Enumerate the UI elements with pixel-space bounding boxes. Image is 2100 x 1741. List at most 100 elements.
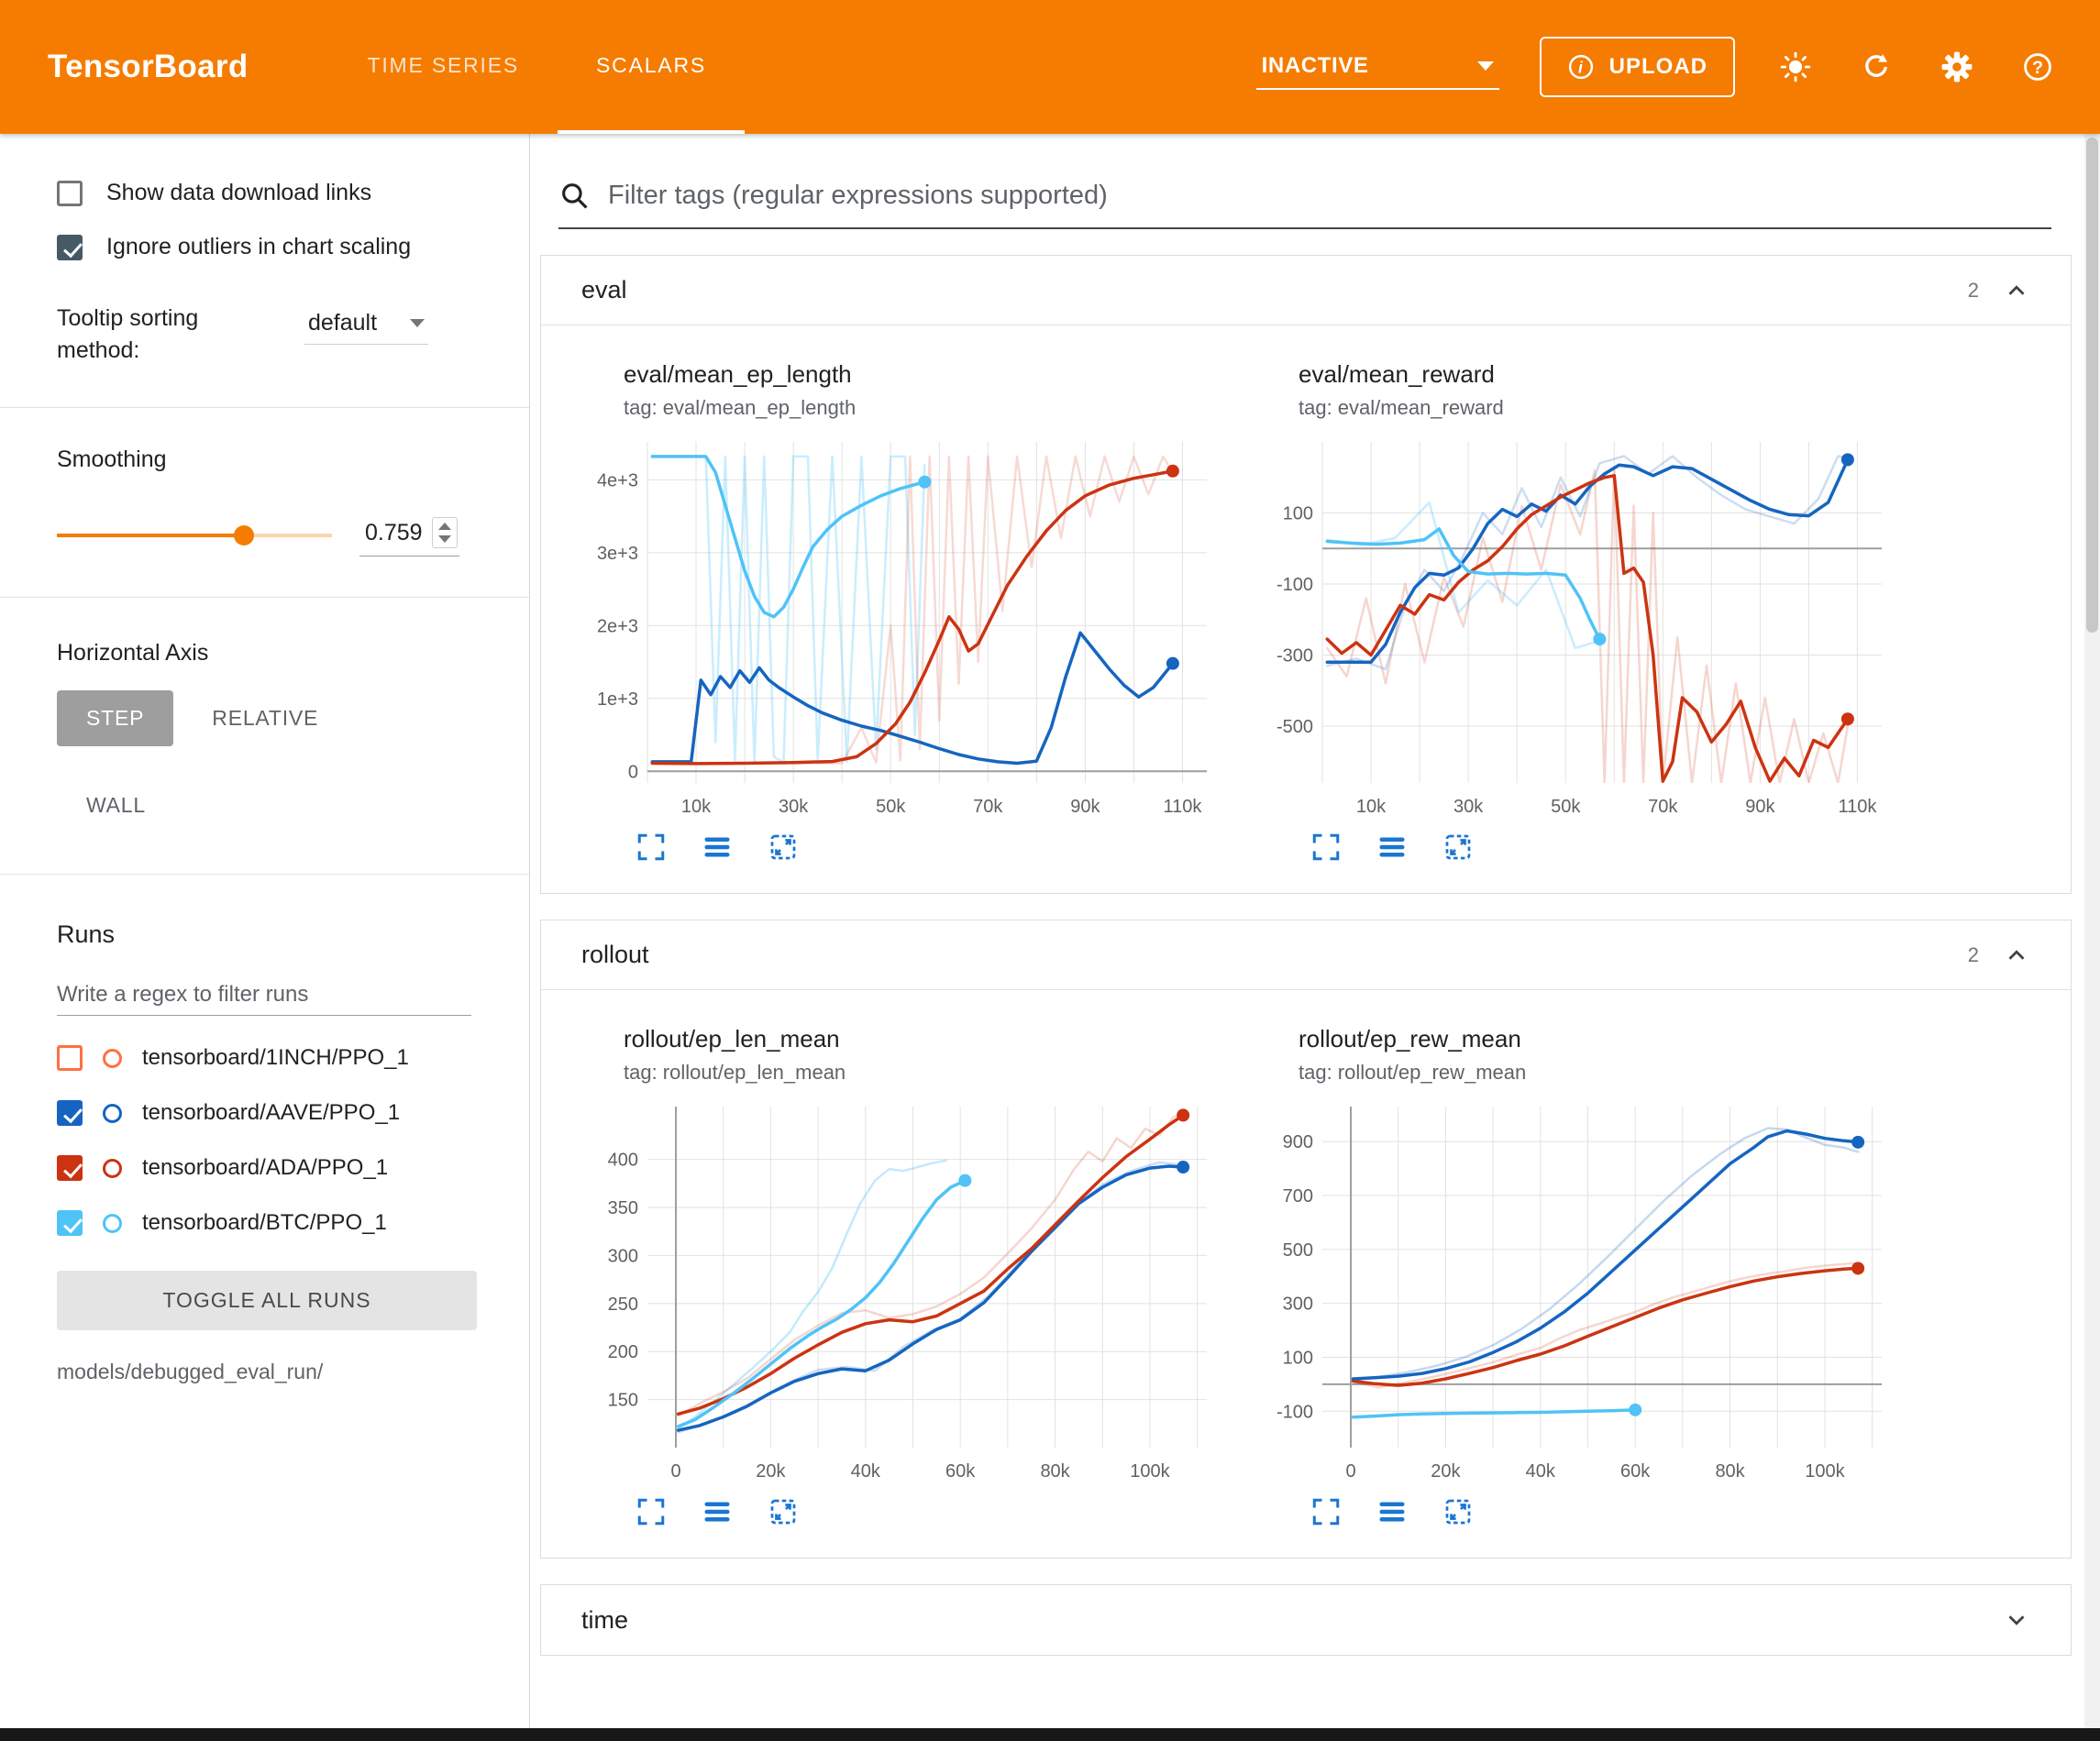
chevron-up-icon[interactable] (2003, 277, 2030, 304)
runs-title: Runs (57, 920, 505, 949)
horizontal-axis-buttons: STEP RELATIVE WALL (57, 690, 442, 833)
svg-text:90k: 90k (1070, 797, 1100, 817)
line-chart-rollout-ep-len-mean[interactable]: 020k40k60k80k100k150200250300350400 (581, 1094, 1223, 1488)
runs-filter-input[interactable] (57, 975, 471, 1016)
smoothing-label: Smoothing (57, 446, 505, 473)
run-checkbox[interactable] (57, 1045, 83, 1071)
section-time: time (540, 1584, 2072, 1656)
axis-relative-button[interactable]: RELATIVE (182, 690, 348, 746)
tag-filter-input[interactable] (608, 181, 2051, 211)
smoothing-slider[interactable] (57, 534, 332, 537)
show-download-links-row: Show data download links (57, 180, 505, 206)
svg-text:350: 350 (608, 1198, 638, 1218)
chart-toolbar (635, 831, 1234, 864)
fit-data-icon[interactable] (1442, 831, 1475, 864)
svg-text:100k: 100k (1130, 1461, 1170, 1482)
fullscreen-icon[interactable] (635, 831, 668, 864)
chart-card: rollout/ep_rew_mean tag: rollout/ep_rew_… (1256, 1025, 1909, 1528)
chevron-down-icon[interactable] (2003, 1606, 2030, 1634)
run-checkbox[interactable] (57, 1210, 83, 1236)
tooltip-sorting-select[interactable]: default (304, 303, 428, 345)
help-icon[interactable]: ? (2017, 47, 2058, 87)
run-checkbox[interactable] (57, 1100, 83, 1126)
chevron-up-icon[interactable] (2003, 942, 2030, 969)
ignore-outliers-row: Ignore outliers in chart scaling (57, 234, 505, 260)
chart-tag: tag: eval/mean_reward (1299, 396, 1909, 420)
chart-title: rollout/ep_len_mean (624, 1025, 1234, 1053)
data-lines-icon[interactable] (1376, 831, 1409, 864)
svg-text:30k: 30k (1453, 797, 1484, 817)
scrollbar-thumb[interactable] (2086, 138, 2098, 633)
svg-text:100k: 100k (1805, 1461, 1845, 1482)
run-label: tensorboard/1INCH/PPO_1 (142, 1045, 409, 1071)
fit-data-icon[interactable] (767, 1495, 800, 1528)
header-tabs: TIME SERIES SCALARS (329, 0, 745, 134)
step-up-icon[interactable] (438, 523, 451, 530)
tab-scalars[interactable]: SCALARS (558, 0, 745, 134)
svg-text:80k: 80k (1715, 1461, 1745, 1482)
scrollbar-track[interactable] (2084, 134, 2100, 1728)
line-chart-eval-mean-ep-length[interactable]: 10k30k50k70k90k110k01e+32e+33e+34e+3 (581, 429, 1223, 823)
status-dropdown[interactable]: INACTIVE (1256, 44, 1499, 90)
toggle-all-runs-button[interactable]: TOGGLE ALL RUNS (57, 1271, 477, 1330)
svg-text:0: 0 (628, 762, 638, 782)
chevron-down-icon (1477, 61, 1494, 71)
chart-toolbar (1310, 831, 1909, 864)
run-row: tensorboard/1INCH/PPO_1 (57, 1045, 505, 1071)
svg-text:70k: 70k (1648, 797, 1678, 817)
data-lines-icon[interactable] (701, 1495, 734, 1528)
axis-wall-button[interactable]: WALL (57, 777, 175, 833)
section-eval-body: eval/mean_ep_length tag: eval/mean_ep_le… (541, 325, 2071, 893)
chart-title: eval/mean_reward (1299, 360, 1909, 389)
settings-gear-icon[interactable] (1937, 47, 1977, 87)
data-lines-icon[interactable] (701, 831, 734, 864)
chart-toolbar (1310, 1495, 1909, 1528)
svg-text:300: 300 (608, 1246, 638, 1266)
svg-text:2e+3: 2e+3 (597, 616, 638, 636)
smoothing-value-field[interactable]: 0.759 (359, 513, 459, 556)
smoothing-slider-thumb[interactable] (234, 525, 254, 545)
show-download-links-checkbox[interactable] (57, 181, 83, 206)
section-rollout-header[interactable]: rollout 2 (541, 920, 2071, 990)
svg-text:-100: -100 (1277, 1402, 1313, 1422)
run-row: tensorboard/BTC/PPO_1 (57, 1210, 505, 1236)
fullscreen-icon[interactable] (1310, 831, 1343, 864)
svg-text:0: 0 (670, 1461, 680, 1482)
tooltip-sorting-value: default (308, 310, 377, 336)
brightness-icon[interactable] (1775, 47, 1816, 87)
fit-data-icon[interactable] (767, 831, 800, 864)
fullscreen-icon[interactable] (1310, 1495, 1343, 1528)
section-time-header[interactable]: time (541, 1585, 2071, 1655)
search-icon (558, 180, 590, 211)
chart-tag: tag: eval/mean_ep_length (624, 396, 1234, 420)
svg-text:3e+3: 3e+3 (597, 544, 638, 564)
line-chart-eval-mean-reward[interactable]: 10k30k50k70k90k110k100-100-300-500 (1256, 429, 1898, 823)
line-chart-rollout-ep-rew-mean[interactable]: 020k40k60k80k100k-100100300500700900 (1256, 1094, 1898, 1488)
dashboard-main: eval 2 eval/mean_ep_length tag: eval/mea… (531, 134, 2084, 1728)
section-rollout: rollout 2 rollout/ep_len_mean tag: rollo… (540, 920, 2072, 1559)
tab-time-series[interactable]: TIME SERIES (329, 0, 558, 134)
bottom-edge (0, 1728, 2100, 1741)
data-lines-icon[interactable] (1376, 1495, 1409, 1528)
fullscreen-icon[interactable] (635, 1495, 668, 1528)
chart-card: rollout/ep_len_mean tag: rollout/ep_len_… (581, 1025, 1234, 1528)
section-title: eval (581, 276, 627, 304)
svg-text:40k: 40k (851, 1461, 881, 1482)
svg-text:90k: 90k (1745, 797, 1775, 817)
axis-step-button[interactable]: STEP (57, 690, 173, 746)
section-count: 2 (1968, 279, 1979, 303)
run-checkbox[interactable] (57, 1155, 83, 1181)
refresh-icon[interactable] (1856, 47, 1896, 87)
ignore-outliers-checkbox[interactable] (57, 235, 83, 260)
settings-sidebar: Show data download links Ignore outliers… (0, 134, 530, 1728)
svg-text:300: 300 (1283, 1295, 1313, 1315)
smoothing-value: 0.759 (365, 520, 423, 546)
section-title: time (581, 1606, 628, 1635)
step-down-icon[interactable] (438, 535, 451, 543)
fit-data-icon[interactable] (1442, 1495, 1475, 1528)
run-row: tensorboard/AAVE/PPO_1 (57, 1100, 505, 1126)
svg-text:150: 150 (608, 1391, 638, 1411)
smoothing-stepper[interactable] (432, 517, 458, 548)
section-eval-header[interactable]: eval 2 (541, 256, 2071, 325)
upload-button[interactable]: i UPLOAD (1540, 37, 1735, 97)
